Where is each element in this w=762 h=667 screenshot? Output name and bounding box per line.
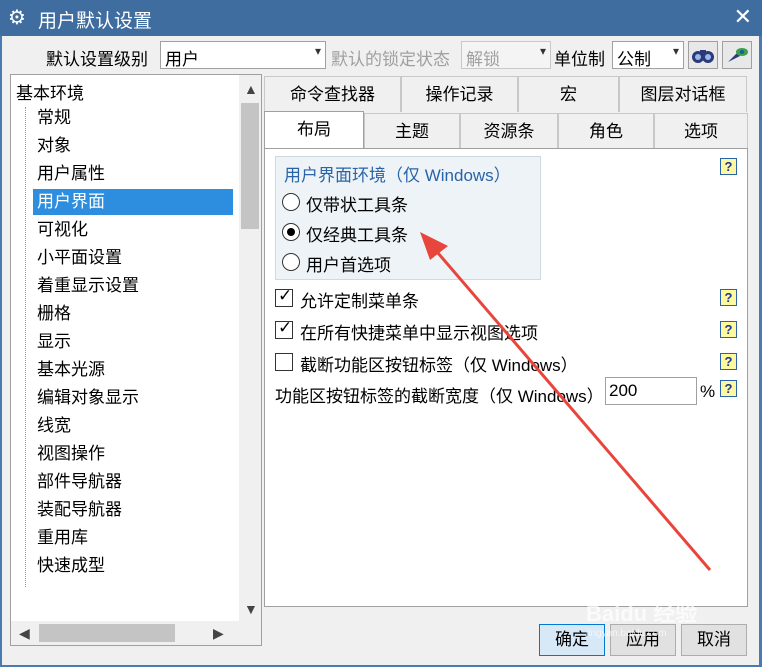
- watermark-brand: Baidu 经验: [586, 601, 698, 626]
- watermark-url: jingyan.baidu.com: [586, 628, 667, 639]
- settings-window: ⚙ 用户默认设置 ✕ 默认设置级别 用户 ▾ 默认的锁定状态 解锁 ▾ 单位制 …: [0, 0, 762, 667]
- watermark: Baidu 经验 jingyan.baidu.com: [586, 596, 697, 639]
- annotation-arrow: [420, 232, 712, 571]
